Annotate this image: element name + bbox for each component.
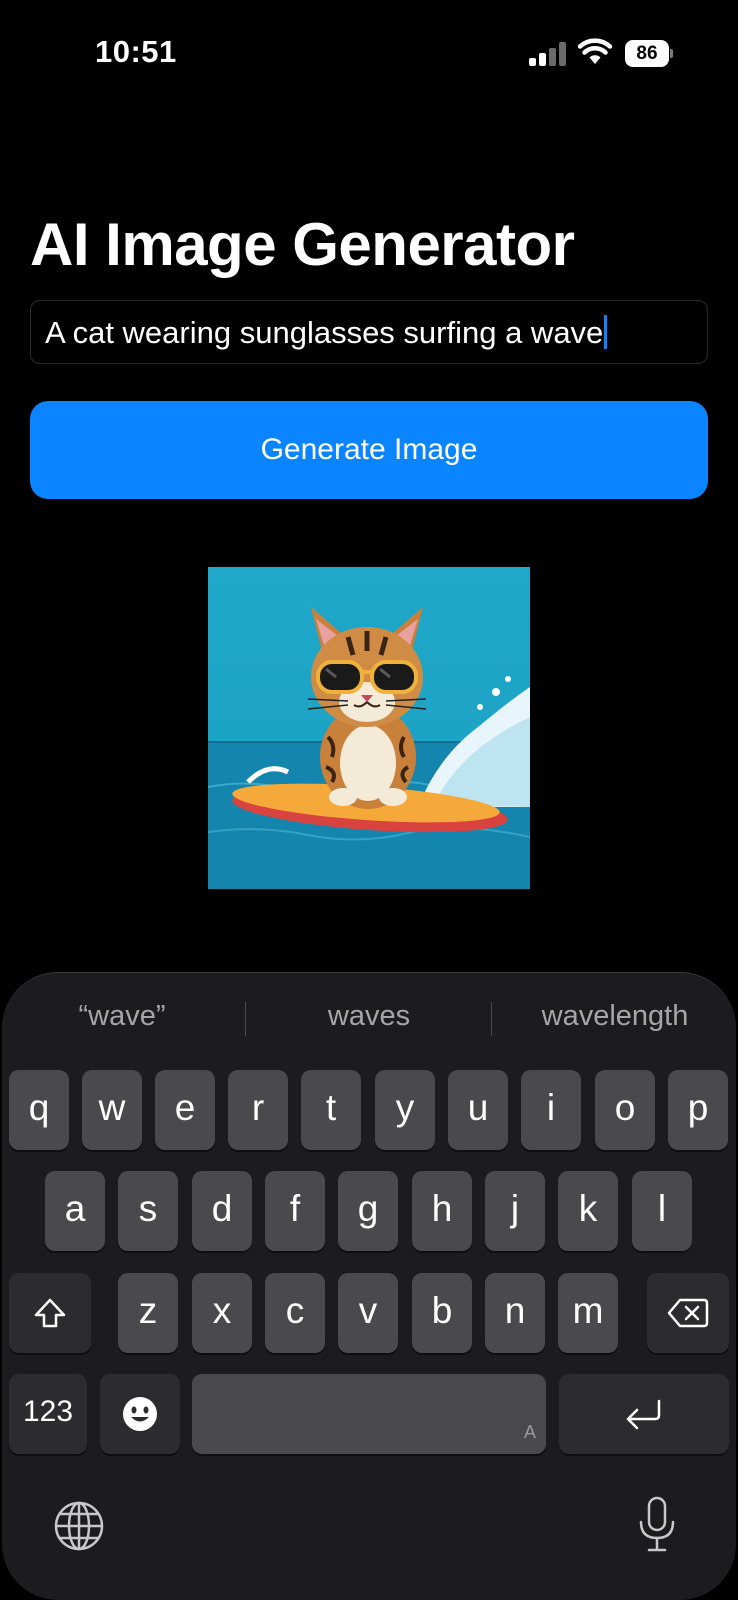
microphone-icon[interactable] <box>637 1496 677 1554</box>
prompt-input-value: A cat wearing sunglasses surfing a wave <box>45 315 604 350</box>
text-caret <box>604 315 608 349</box>
key-h[interactable]: h <box>412 1171 472 1251</box>
cellular-signal-icon <box>529 42 567 66</box>
key-e[interactable]: e <box>155 1070 215 1150</box>
key-b[interactable]: b <box>412 1273 472 1353</box>
key-n[interactable]: n <box>485 1273 545 1353</box>
status-bar: 10:51 86 <box>0 0 738 110</box>
wifi-icon <box>578 38 612 64</box>
suggestion-item[interactable]: waves <box>251 1000 487 1033</box>
key-s[interactable]: s <box>118 1171 178 1251</box>
key-m[interactable]: m <box>558 1273 618 1353</box>
page-title: AI Image Generator <box>30 211 575 278</box>
key-p[interactable]: p <box>668 1070 728 1150</box>
key-r[interactable]: r <box>228 1070 288 1150</box>
key-y[interactable]: y <box>375 1070 435 1150</box>
return-key[interactable] <box>559 1374 729 1454</box>
key-u[interactable]: u <box>448 1070 508 1150</box>
key-o[interactable]: o <box>595 1070 655 1150</box>
key-q[interactable]: q <box>9 1070 69 1150</box>
key-i[interactable]: i <box>521 1070 581 1150</box>
return-icon <box>626 1399 661 1430</box>
shift-key[interactable] <box>9 1273 91 1353</box>
key-l[interactable]: l <box>632 1171 692 1251</box>
emoji-icon <box>123 1397 157 1431</box>
generate-image-button[interactable]: Generate Image <box>30 401 708 499</box>
key-d[interactable]: d <box>192 1171 252 1251</box>
key-g[interactable]: g <box>338 1171 398 1251</box>
delete-icon <box>667 1298 709 1328</box>
key-k[interactable]: k <box>558 1171 618 1251</box>
space-key[interactable]: A <box>192 1374 546 1454</box>
generated-image <box>208 567 530 889</box>
delete-key[interactable] <box>647 1273 729 1353</box>
key-v[interactable]: v <box>338 1273 398 1353</box>
key-f[interactable]: f <box>265 1171 325 1251</box>
battery-icon: 86 <box>625 40 673 67</box>
key-w[interactable]: w <box>82 1070 142 1150</box>
numbers-key[interactable]: 123 <box>9 1374 87 1454</box>
shift-icon <box>34 1298 66 1328</box>
key-t[interactable]: t <box>301 1070 361 1150</box>
key-j[interactable]: j <box>485 1171 545 1251</box>
suggestion-item[interactable]: wavelength <box>497 1000 733 1033</box>
globe-icon[interactable] <box>53 1500 105 1552</box>
emoji-key[interactable] <box>100 1374 180 1454</box>
dictation-language-hint: A <box>523 1422 536 1442</box>
suggestion-item[interactable]: “wave” <box>4 1000 240 1033</box>
prompt-input[interactable]: A cat wearing sunglasses surfing a wave <box>30 300 708 364</box>
status-time: 10:51 <box>95 34 177 69</box>
battery-level: 86 <box>625 40 669 67</box>
key-z[interactable]: z <box>118 1273 178 1353</box>
key-c[interactable]: c <box>265 1273 325 1353</box>
key-x[interactable]: x <box>192 1273 252 1353</box>
key-a[interactable]: a <box>45 1171 105 1251</box>
